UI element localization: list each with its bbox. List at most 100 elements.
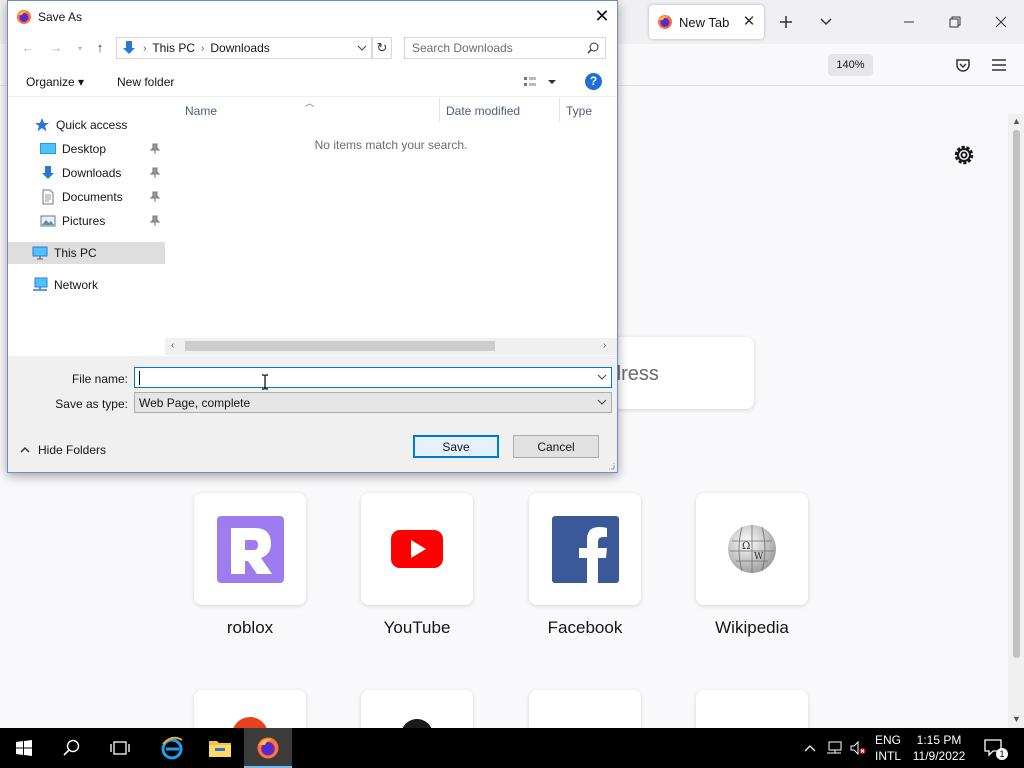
nav-documents[interactable]: Documents <box>40 186 170 208</box>
sort-up-icon: ︿ <box>305 98 315 108</box>
nav-desktop[interactable]: Desktop <box>40 138 170 160</box>
dialog-title-bar[interactable]: Save As ✕ <box>8 1 617 32</box>
pin-icon <box>150 143 160 154</box>
file-list-pane: ︿ Name Date modified Type No items match… <box>165 98 617 355</box>
close-window-button[interactable] <box>978 0 1024 44</box>
forward-arrow-icon[interactable]: → <box>48 40 64 56</box>
file-name-input[interactable] <box>134 367 612 388</box>
internet-explorer-button[interactable] <box>148 728 196 768</box>
top-site-tile[interactable] <box>194 690 306 735</box>
zoom-level-badge[interactable]: 140% <box>828 54 873 76</box>
scroll-left-arrow[interactable]: ‹ <box>171 340 174 351</box>
task-view-button[interactable] <box>96 728 144 768</box>
command-bar: Organize ▾ New folder ? <box>8 67 617 97</box>
change-view-icon[interactable] <box>522 74 558 90</box>
breadcrumb-downloads[interactable]: Downloads <box>210 41 269 55</box>
hamburger-icon <box>992 59 1006 71</box>
help-icon[interactable]: ? <box>585 73 602 90</box>
column-header-name[interactable]: Name <box>185 104 217 118</box>
volume-tray-button[interactable] <box>850 740 866 756</box>
input-language[interactable]: ENG INTL <box>872 732 904 764</box>
volume-muted-icon <box>850 741 866 755</box>
new-folder-button[interactable]: New folder <box>117 75 174 89</box>
restore-icon <box>949 16 961 28</box>
back-arrow-icon[interactable]: ← <box>20 40 36 56</box>
start-button[interactable] <box>0 728 48 768</box>
breadcrumb-separator: › <box>201 42 205 54</box>
pocket-button[interactable] <box>952 54 974 76</box>
column-header-date-modified[interactable]: Date modified <box>446 104 520 118</box>
tab-new-tab[interactable]: New Tab ✕ <box>649 5 764 39</box>
restore-button[interactable] <box>932 0 978 44</box>
chevron-down-icon <box>820 18 832 26</box>
new-tab-button[interactable] <box>774 10 798 34</box>
web-search-box[interactable]: dress <box>600 337 754 409</box>
close-dialog-icon[interactable]: ✕ <box>592 6 612 26</box>
nav-quick-access[interactable]: Quick access <box>34 114 127 136</box>
pin-icon <box>150 191 160 202</box>
column-divider[interactable] <box>439 98 440 122</box>
firefox-taskbar-button[interactable] <box>244 728 292 768</box>
app-menu-button[interactable] <box>988 54 1010 76</box>
svg-text:Ω: Ω <box>742 541 750 552</box>
windows-logo-icon <box>16 740 32 756</box>
top-site-facebook[interactable] <box>529 493 641 605</box>
refresh-icon: ↻ <box>376 40 388 55</box>
network-icon <box>33 277 48 291</box>
horizontal-scrollbar[interactable]: ‹ › <box>165 338 617 355</box>
search-downloads-input[interactable]: Search Downloads <box>404 37 606 59</box>
save-button[interactable]: Save <box>413 435 499 458</box>
network-tray-button[interactable] <box>826 740 842 756</box>
column-divider[interactable] <box>559 98 560 122</box>
top-site-roblox[interactable] <box>194 493 306 605</box>
search-taskbar-button[interactable] <box>48 728 96 768</box>
scrollbar-thumb[interactable] <box>185 341 495 351</box>
file-explorer-button[interactable] <box>196 728 244 768</box>
top-site-tile[interactable] <box>696 690 808 730</box>
top-site-youtube[interactable] <box>361 493 473 605</box>
recent-locations-icon[interactable]: ▾ <box>72 44 88 60</box>
cancel-button[interactable]: Cancel <box>513 435 599 458</box>
chevron-down-icon[interactable] <box>597 373 607 381</box>
nav-this-pc[interactable]: This PC <box>8 242 165 264</box>
top-site-tile[interactable] <box>529 690 641 730</box>
save-as-type-select[interactable]: Web Page, complete <box>134 392 612 413</box>
nav-network[interactable]: Network <box>32 274 98 296</box>
top-site-tile[interactable] <box>361 690 473 735</box>
minimize-button[interactable] <box>886 0 932 44</box>
address-bar[interactable]: › This PC › Downloads <box>116 37 372 59</box>
organize-button[interactable]: Organize ▾ <box>26 75 84 89</box>
scroll-right-arrow[interactable]: › <box>603 340 606 351</box>
top-site-wikipedia[interactable]: Ω W <box>696 493 808 605</box>
clock-time: 1:15 PM <box>916 733 962 747</box>
nav-pictures[interactable]: Pictures <box>40 210 170 232</box>
top-site-label: YouTube <box>383 618 451 637</box>
pin-icon <box>150 215 160 226</box>
clock[interactable]: 1:15 PM 11/9/2022 <box>906 732 972 764</box>
scrollbar-thumb[interactable] <box>1013 130 1020 658</box>
plus-icon <box>780 16 792 28</box>
resize-grip-icon[interactable] <box>607 462 615 470</box>
chevron-down-icon[interactable] <box>357 45 367 53</box>
save-as-type-label: Save as type: <box>55 397 128 411</box>
close-tab-icon[interactable]: ✕ <box>742 14 756 29</box>
up-arrow-icon[interactable]: ↑ <box>92 40 108 56</box>
search-icon <box>63 739 80 756</box>
scroll-up-arrow[interactable]: ▲ <box>1012 116 1021 126</box>
breadcrumb-this-pc[interactable]: This PC <box>152 41 195 55</box>
save-options-area: File name: Save as type: Web Page, compl… <box>8 356 617 472</box>
action-center-button[interactable]: 1 <box>984 739 1008 760</box>
page-scrollbar[interactable]: ▲ ▼ <box>1008 114 1024 728</box>
refresh-button[interactable]: ↻ <box>372 37 392 59</box>
show-hidden-icons-button[interactable] <box>802 740 818 756</box>
gear-icon[interactable] <box>951 142 977 168</box>
scroll-down-arrow[interactable]: ▼ <box>1012 714 1021 724</box>
youtube-icon <box>391 530 443 568</box>
nav-downloads[interactable]: Downloads <box>40 162 170 184</box>
list-all-tabs-button[interactable] <box>814 10 838 34</box>
download-folder-icon <box>123 41 135 54</box>
column-header-type[interactable]: Type <box>566 104 592 118</box>
nav-label: Network <box>54 278 99 292</box>
hide-folders-button[interactable]: Hide Folders <box>20 443 106 457</box>
text-caret <box>139 370 140 385</box>
